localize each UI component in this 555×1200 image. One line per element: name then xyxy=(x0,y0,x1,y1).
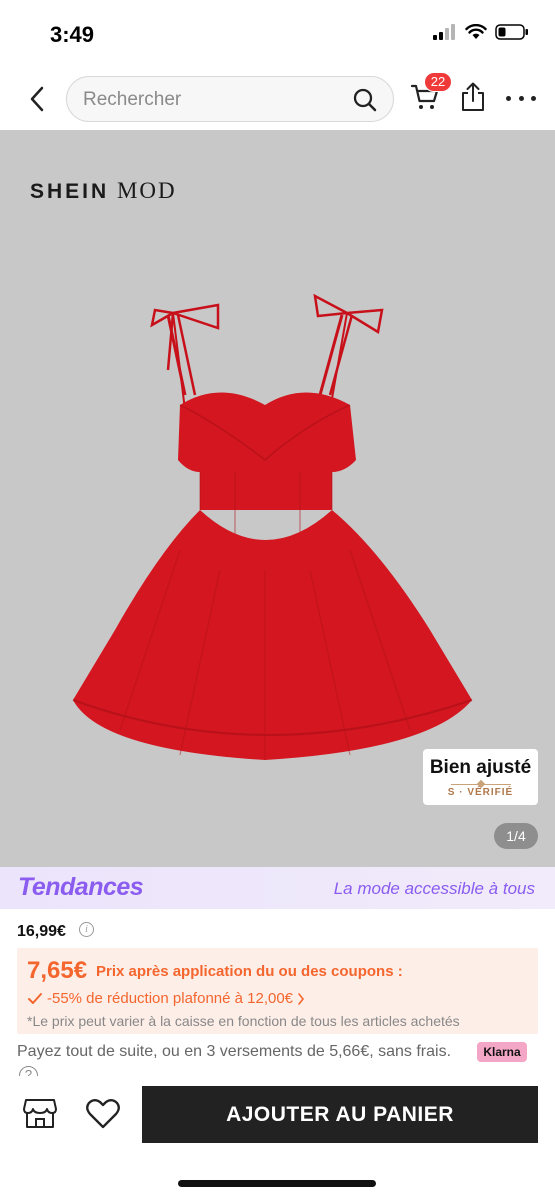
share-icon xyxy=(462,82,484,111)
dot-icon xyxy=(531,95,536,101)
product-image-gallery[interactable]: SHEIN MOD Bien ajusté S · VÉRIFIÉ 1/4 xyxy=(0,130,555,867)
chevron-right-icon xyxy=(298,992,305,1005)
product-photo xyxy=(72,293,473,760)
top-nav: 22 xyxy=(0,68,555,130)
signal-icon xyxy=(433,24,455,40)
store-icon xyxy=(23,1099,57,1128)
wifi-icon xyxy=(465,24,487,39)
status-time: 3:49 xyxy=(50,22,95,47)
brand-sub: MOD xyxy=(116,178,177,203)
coupon-price-box[interactable]: 7,65€ Prix après application du ou des c… xyxy=(17,948,538,1034)
more-options-button[interactable] xyxy=(506,90,536,106)
trends-tagline: La mode accessible à tous xyxy=(333,879,535,898)
coupon-price: 7,65€ xyxy=(27,957,88,984)
search-input[interactable] xyxy=(83,88,343,112)
heart-icon xyxy=(86,1099,120,1129)
trends-logo: Tendances xyxy=(18,873,144,901)
brand-name: SHEIN xyxy=(30,180,110,203)
coupon-discount-text: -55% de réduction plafonné à 12,00€ xyxy=(47,990,294,1007)
share-button[interactable] xyxy=(460,82,488,116)
image-page-indicator: 1/4 xyxy=(494,823,538,849)
coupon-label: Prix après application du ou des coupons… xyxy=(96,963,403,980)
installment-text: Payez tout de suite, ou en 3 versements … xyxy=(17,1043,452,1060)
status-icons xyxy=(433,24,529,40)
back-button[interactable] xyxy=(22,82,52,116)
info-icon[interactable]: i xyxy=(79,922,94,937)
check-icon xyxy=(28,992,42,1004)
search-icon[interactable] xyxy=(353,88,377,112)
dot-icon xyxy=(518,95,524,101)
fit-badge-title: Bien ajusté xyxy=(429,757,532,778)
status-bar: 3:49 xyxy=(0,0,555,68)
bottom-action-bar: AJOUTER AU PANIER xyxy=(0,1076,555,1200)
coupon-discount-row[interactable]: -55% de réduction plafonné à 12,00€ xyxy=(27,990,305,1007)
klarna-badge[interactable]: Klarna xyxy=(477,1042,527,1062)
fit-badge-verified: S · VÉRIFIÉ xyxy=(447,787,514,798)
price-note: *Le prix peut varier à la caisse en fonc… xyxy=(27,1013,460,1029)
wishlist-button[interactable] xyxy=(85,1098,121,1130)
cart-count-badge: 22 xyxy=(424,72,452,92)
search-bar[interactable] xyxy=(66,76,394,122)
trends-banner[interactable]: Tendances La mode accessible à tous xyxy=(0,867,555,909)
chevron-left-icon xyxy=(30,86,44,112)
add-to-cart-button[interactable]: AJOUTER AU PANIER xyxy=(142,1086,538,1143)
battery-icon xyxy=(495,24,528,40)
brand-logo: SHEIN MOD xyxy=(30,178,177,204)
dot-icon xyxy=(506,95,511,101)
original-price: 16,99€ xyxy=(17,923,66,940)
fit-verified-badge[interactable]: Bien ajusté S · VÉRIFIÉ xyxy=(423,749,538,805)
home-indicator xyxy=(178,1180,376,1187)
store-button[interactable] xyxy=(22,1096,58,1132)
